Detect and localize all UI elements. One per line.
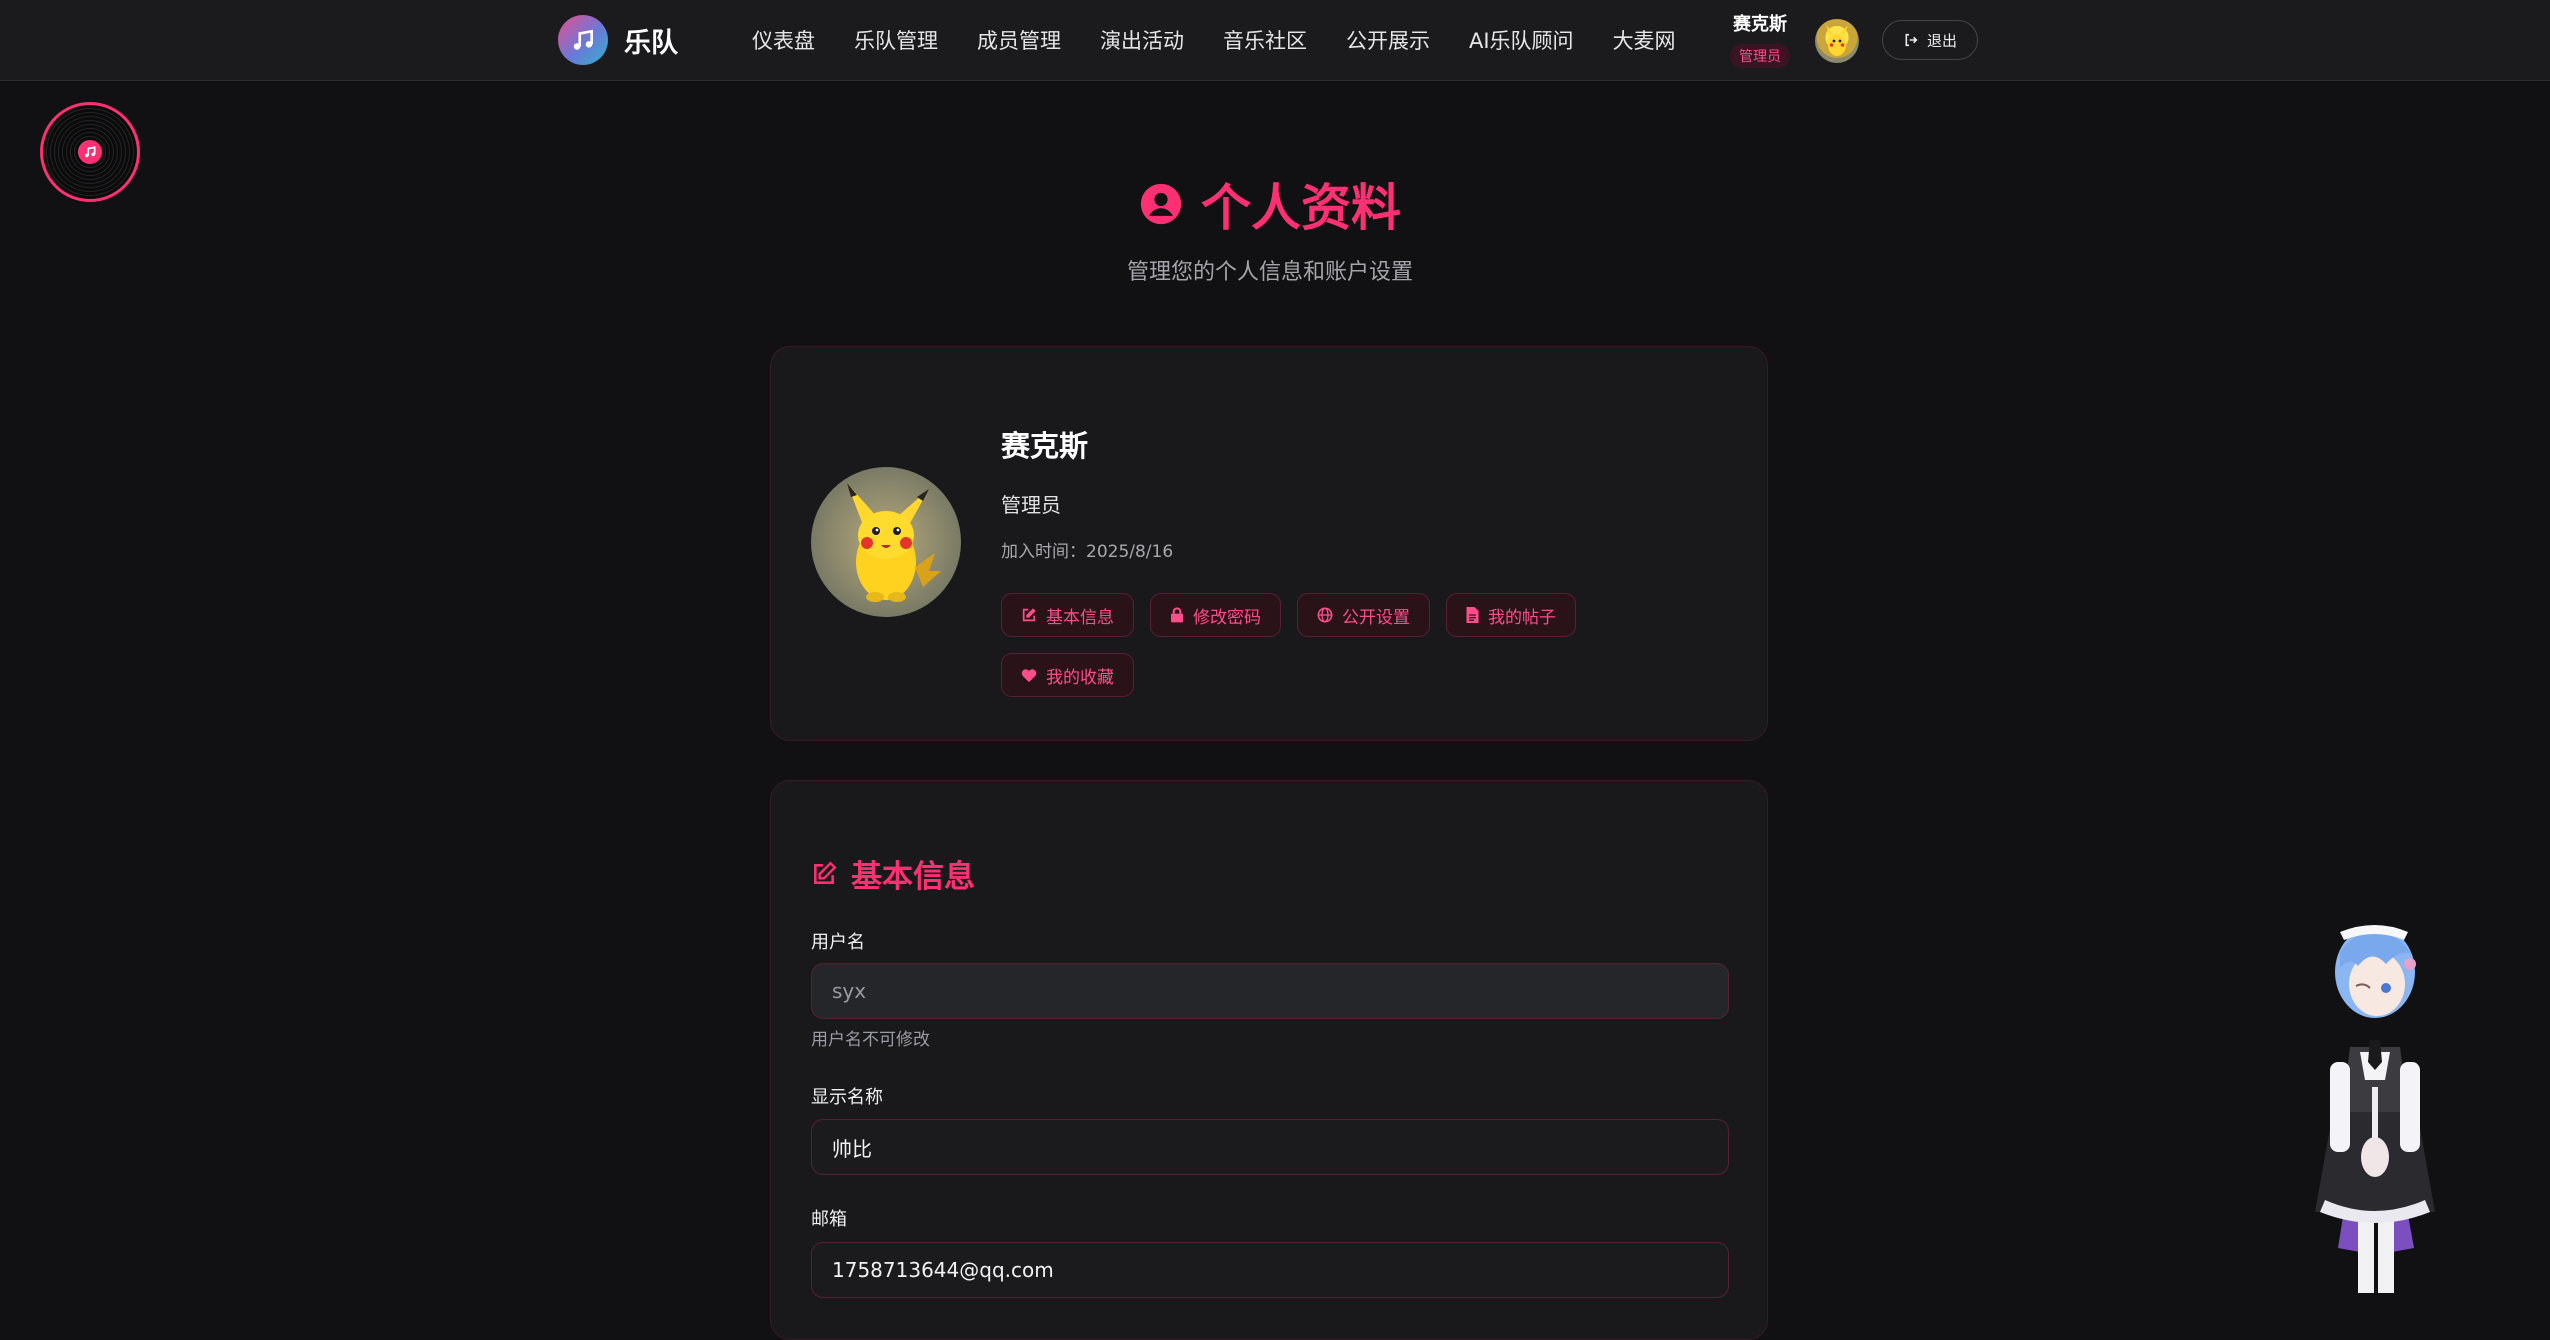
email-field[interactable]: 1758713644@qq.com <box>811 1242 1729 1298</box>
profile-avatar[interactable] <box>811 467 961 617</box>
profile-tabs: 基本信息 修改密码 公开设置 我的帖子 我的收藏 <box>1001 593 1701 713</box>
logout-icon <box>1905 33 1918 47</box>
page-subtitle: 管理您的个人信息和账户设置 <box>1126 260 1413 285</box>
nav-link-dashboard[interactable]: 仪表盘 <box>752 25 815 55</box>
email-label: 邮箱 <box>811 1209 847 1230</box>
tab-my-posts-label: 我的帖子 <box>1488 607 1556 628</box>
username-label: 用户名 <box>811 932 865 953</box>
music-note-icon <box>558 15 608 65</box>
section-title-text: 基本信息 <box>851 859 975 895</box>
tab-basic-info[interactable]: 基本信息 <box>1001 593 1134 637</box>
display-name-field[interactable]: 帅比 <box>811 1119 1729 1175</box>
username-field[interactable]: syx <box>811 963 1729 1019</box>
nav-link-music-community[interactable]: 音乐社区 <box>1223 25 1307 55</box>
nav-link-performances[interactable]: 演出活动 <box>1100 25 1184 55</box>
mascot-character[interactable] <box>2290 912 2460 1293</box>
logout-button[interactable]: 退出 <box>1882 20 1978 60</box>
edit-icon <box>1022 608 1036 622</box>
profile-role: 管理员 <box>1001 493 1061 517</box>
profile-name: 赛克斯 <box>1001 429 1089 463</box>
logout-label: 退出 <box>1926 31 1957 50</box>
tab-my-favorites[interactable]: 我的收藏 <box>1001 653 1134 697</box>
music-note-icon <box>78 140 102 164</box>
edit-icon <box>814 860 837 884</box>
page-title-text: 个人资料 <box>1201 179 1401 237</box>
tab-change-password-label: 修改密码 <box>1193 607 1261 628</box>
basic-info-card: 基本信息 用户名 syx 用户名不可修改 显示名称 帅比 邮箱 17587136… <box>770 780 1768 1340</box>
document-icon <box>1466 607 1479 623</box>
brand-name: 乐队 <box>624 27 678 59</box>
profile-card: 赛克斯 管理员 加入时间：2025/8/16 基本信息 修改密码 公开设置 我的… <box>770 346 1768 741</box>
tab-basic-info-label: 基本信息 <box>1046 607 1114 628</box>
nav-link-public-showcase[interactable]: 公开展示 <box>1346 25 1430 55</box>
nav-link-member-management[interactable]: 成员管理 <box>977 25 1061 55</box>
username-value: syx <box>832 979 867 1003</box>
page-title: 个人资料 <box>0 168 2540 240</box>
tab-my-posts[interactable]: 我的帖子 <box>1446 593 1576 637</box>
profile-join-time: 加入时间：2025/8/16 <box>1001 542 1174 562</box>
heart-icon <box>1021 668 1037 682</box>
display-name-label: 显示名称 <box>811 1087 883 1108</box>
nav-user-info: 赛克斯 管理员 <box>1728 10 1792 68</box>
top-nav: 乐队 仪表盘 乐队管理 成员管理 演出活动 音乐社区 公开展示 AI乐队顾问 大… <box>0 0 2550 81</box>
nav-links: 仪表盘 乐队管理 成员管理 演出活动 音乐社区 公开展示 AI乐队顾问 大麦网 <box>752 0 1715 80</box>
username-hint: 用户名不可修改 <box>811 1030 930 1050</box>
tab-public-settings[interactable]: 公开设置 <box>1297 593 1430 637</box>
brand[interactable]: 乐队 <box>558 15 678 65</box>
nav-link-damai[interactable]: 大麦网 <box>1613 25 1676 55</box>
tab-my-favorites-label: 我的收藏 <box>1046 667 1114 688</box>
role-badge: 管理员 <box>1730 44 1790 68</box>
lock-icon <box>1171 607 1183 623</box>
nav-avatar[interactable] <box>1815 19 1859 63</box>
user-circle-icon <box>1140 183 1182 225</box>
tab-public-settings-label: 公开设置 <box>1342 607 1410 628</box>
display-name-value: 帅比 <box>832 1136 872 1161</box>
nav-link-band-management[interactable]: 乐队管理 <box>854 25 938 55</box>
nav-user-name: 赛克斯 <box>1733 14 1787 35</box>
section-title: 基本信息 <box>811 851 975 896</box>
nav-link-ai-advisor[interactable]: AI乐队顾问 <box>1469 25 1574 55</box>
tab-change-password[interactable]: 修改密码 <box>1150 593 1281 637</box>
email-value: 1758713644@qq.com <box>832 1258 1054 1282</box>
globe-icon <box>1317 607 1333 623</box>
